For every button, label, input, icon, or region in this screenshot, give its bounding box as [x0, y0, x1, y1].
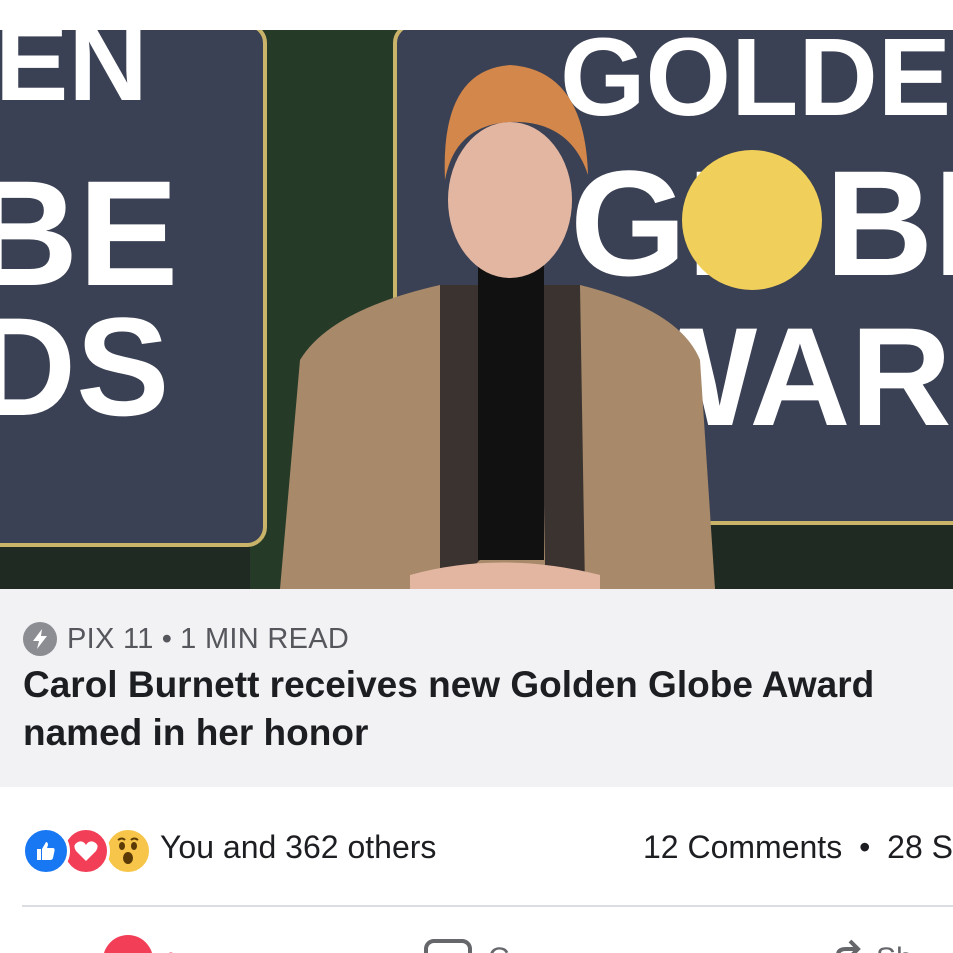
share-icon [832, 935, 862, 953]
globe-logo [682, 150, 822, 290]
reactions-bar: You and 362 others 12 Comments • 28 S [0, 787, 953, 907]
counts-separator: • [859, 829, 871, 865]
read-time: 1 MIN READ [180, 622, 350, 655]
article-headline[interactable]: Carol Burnett receives new Golden Globe … [23, 661, 938, 757]
like-button-label: L [167, 947, 184, 953]
backdrop-text-left-3: DS [0, 288, 169, 445]
backdrop-text-left-1: EN [0, 30, 148, 124]
like-icon [22, 827, 70, 875]
meta-separator: • [161, 622, 173, 655]
comments-count[interactable]: 12 Comments [643, 829, 842, 865]
wow-icon [104, 827, 152, 875]
comment-button[interactable]: C [424, 935, 510, 953]
comment-button-label: C [488, 942, 510, 953]
article-meta: PIX 11 • 1 MIN READ [23, 622, 349, 656]
engagement-counts: 12 Comments • 28 S [643, 829, 953, 866]
comment-icon [424, 935, 474, 953]
post-actions: L C Sh [0, 907, 953, 953]
shares-count[interactable]: 28 S [887, 829, 953, 865]
heart-reaction-icon [103, 935, 153, 953]
share-button-label: Sh [876, 942, 913, 953]
reactions-summary[interactable]: You and 362 others [160, 829, 436, 866]
like-button[interactable]: L [103, 935, 184, 953]
reaction-icons[interactable] [22, 827, 152, 875]
link-preview[interactable]: PIX 11 • 1 MIN READ Carol Burnett receiv… [0, 589, 953, 787]
instant-article-bolt-icon [23, 622, 57, 656]
backdrop-text-right-3: BE [825, 139, 953, 307]
share-button[interactable]: Sh [832, 935, 913, 953]
backdrop-text-right-1: GOLDEN [560, 30, 953, 139]
article-image[interactable]: EN BE DS GOLDEN GL BE WARDS [0, 30, 953, 589]
source-name: PIX 11 [67, 622, 154, 655]
